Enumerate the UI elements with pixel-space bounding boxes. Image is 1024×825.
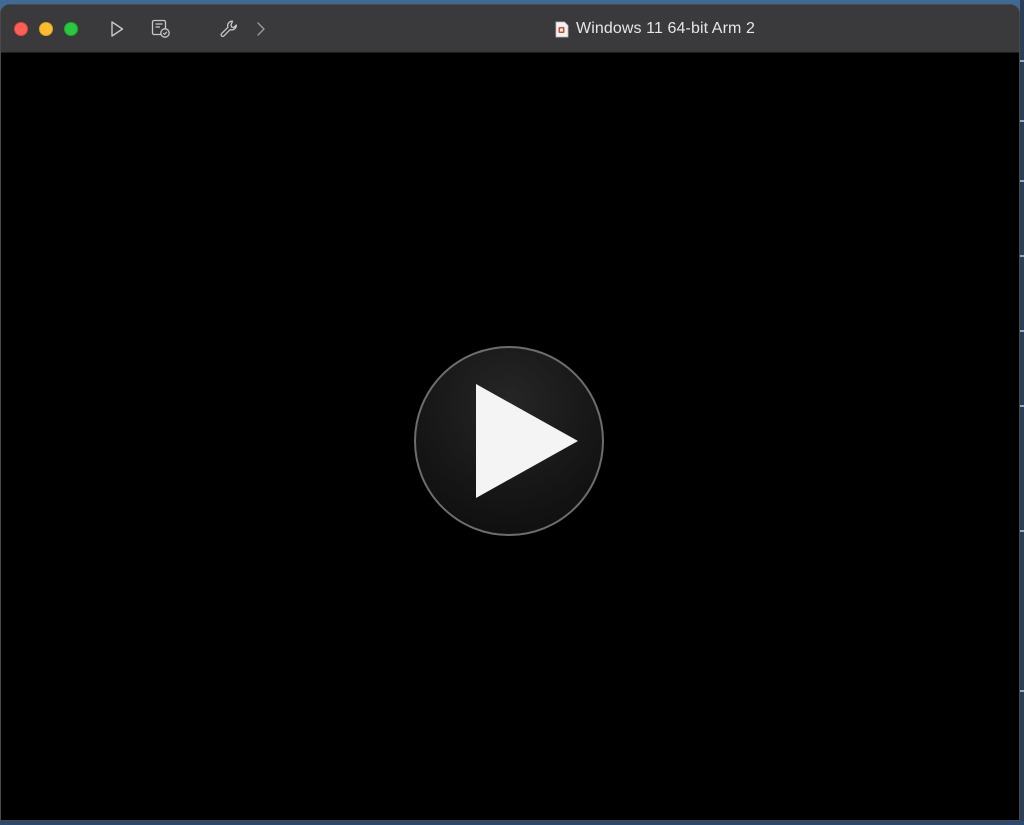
wrench-icon: [220, 20, 237, 37]
start-vm-button[interactable]: [106, 18, 128, 40]
minimize-window-button[interactable]: [39, 22, 53, 36]
zoom-window-button[interactable]: [64, 22, 78, 36]
title-bar[interactable]: Windows 11 64-bit Arm 2: [1, 5, 1019, 53]
desktop-bottom-edge: [0, 821, 1024, 825]
play-outline-icon: [111, 21, 124, 37]
desktop-edge: [1020, 0, 1024, 825]
chevron-right-icon: [257, 22, 265, 36]
play-icon: [476, 384, 578, 498]
window-title: Windows 11 64-bit Arm 2: [576, 20, 755, 37]
settings-button[interactable]: [218, 18, 240, 40]
close-window-button[interactable]: [14, 22, 28, 36]
vm-document-icon: [555, 21, 569, 38]
vm-display[interactable]: [1, 53, 1019, 820]
snapshot-button[interactable]: [150, 18, 172, 40]
vm-window: Windows 11 64-bit Arm 2: [0, 4, 1020, 821]
snapshot-icon: [151, 19, 170, 38]
more-toolbar-button[interactable]: [250, 18, 272, 40]
power-on-button[interactable]: [414, 346, 604, 536]
